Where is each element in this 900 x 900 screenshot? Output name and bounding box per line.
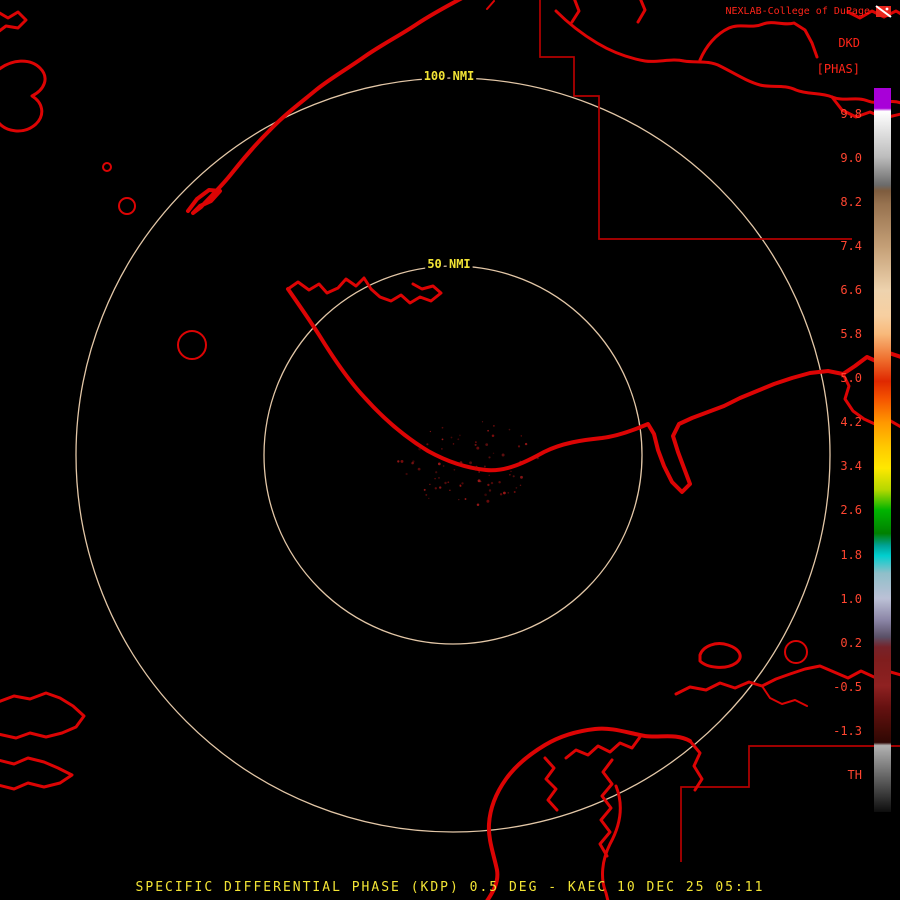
county-borders — [539, 0, 900, 862]
colorbar-gradient — [874, 88, 891, 812]
island-circle-1 — [118, 197, 136, 215]
river-topright-main — [554, 9, 900, 105]
delta-right-spur — [688, 739, 704, 792]
river-bottomright-main — [674, 664, 900, 696]
nexlab-brand-text: NEXLAB-College of DuPage — [725, 6, 871, 17]
coast-top-mark — [486, 0, 495, 10]
delta-inner-2 — [543, 756, 559, 812]
river-bottomright-branch — [761, 685, 808, 707]
range-ring-50nmi — [263, 265, 643, 645]
coastline-central-sound-shore — [286, 276, 443, 305]
island-circle-2 — [177, 330, 207, 360]
product-code: DKD — [838, 36, 860, 50]
coastline-northwest-arc — [186, 0, 463, 215]
coastline-right-edge — [841, 372, 900, 429]
product-units: [PHAS] — [816, 62, 860, 76]
range-ring-100nmi — [75, 77, 831, 833]
river-top-small-2 — [636, 0, 647, 24]
range-rings — [75, 77, 831, 833]
island-topleft-corner — [0, 10, 28, 33]
delta-inner-1 — [564, 735, 642, 760]
coastline-bottomleft-1 — [0, 691, 86, 740]
radar-display-screen: 100 NMI 50 NMI NEXLAB-College of DuPage … — [0, 0, 900, 900]
coastline-central-bay — [286, 287, 900, 494]
product-caption: SPECIFIC DIFFERENTIAL PHASE (KDP) 0.5 DE… — [135, 880, 765, 895]
radar-map: 100 NMI 50 NMI — [0, 0, 900, 900]
cod-logo-icon — [875, 5, 892, 18]
coastlines — [0, 0, 900, 900]
lake-island-blob — [698, 642, 742, 669]
ring-labels: 100 NMI 50 NMI — [421, 66, 478, 274]
lake-circle — [784, 640, 808, 664]
border-bottomright — [680, 745, 900, 862]
ring-label-100nmi: 100 NMI — [424, 69, 475, 83]
coastline-bottomleft-2 — [0, 756, 74, 791]
island-circle-3 — [102, 162, 112, 172]
river-topright-branch — [698, 21, 819, 62]
river-top-small-1 — [570, 0, 581, 24]
island-far-left — [0, 59, 47, 133]
ring-label-50nmi: 50 NMI — [427, 257, 470, 271]
